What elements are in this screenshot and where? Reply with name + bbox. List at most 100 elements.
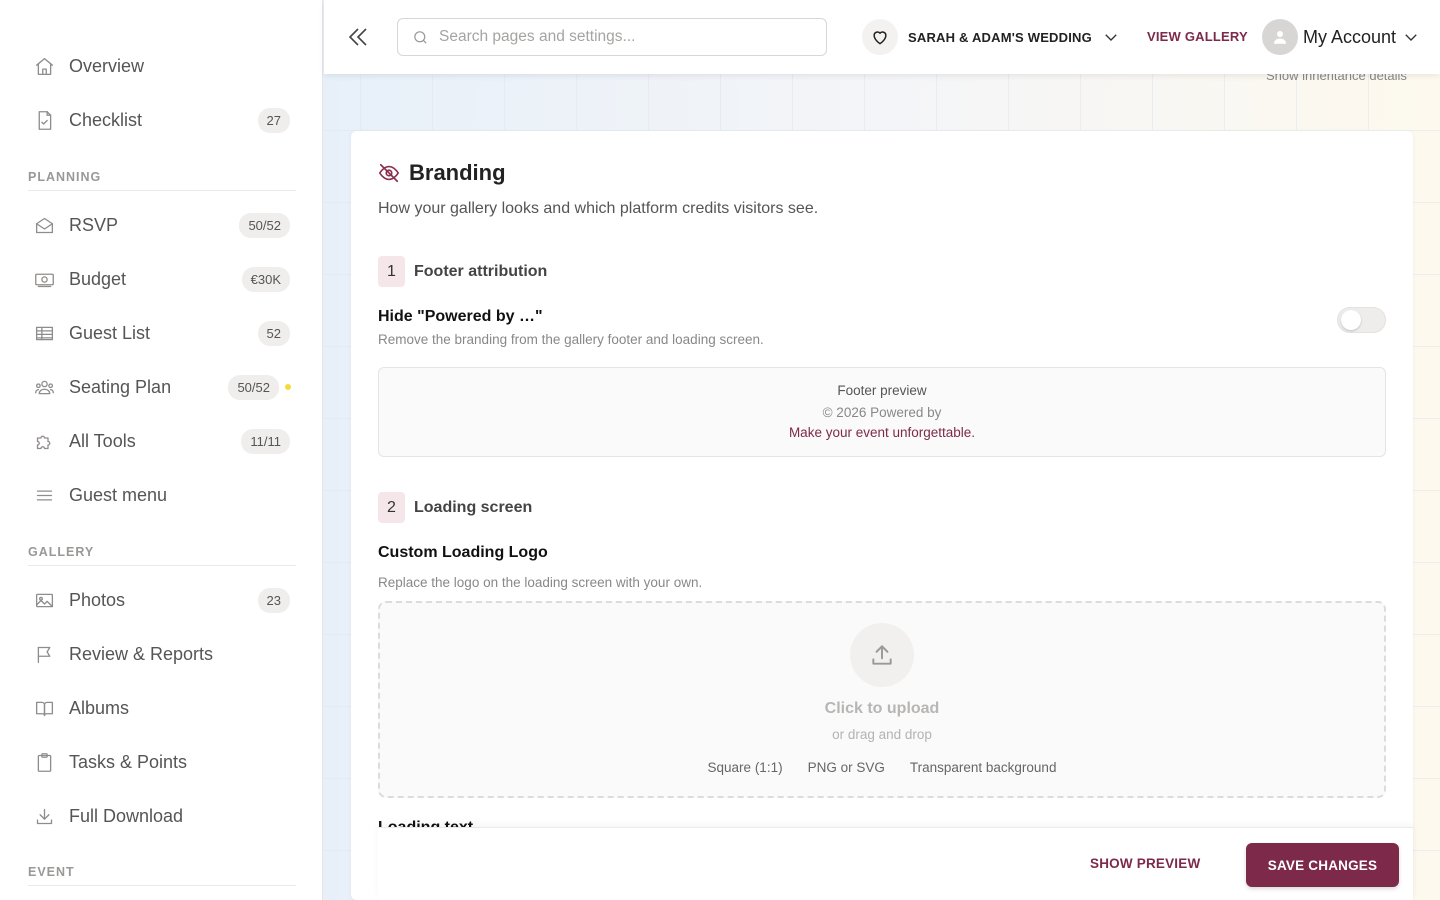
count-badge: 27 (257, 107, 290, 133)
money-icon (32, 267, 56, 291)
sidebar-item-all-tools[interactable]: All Tools 11/11 (28, 421, 296, 461)
collapse-sidebar-button[interactable] (346, 24, 370, 50)
count-badge: 23 (257, 587, 290, 613)
divider (28, 565, 296, 566)
section-label-event: EVENT (28, 865, 75, 879)
clipboard-icon (32, 750, 56, 774)
footer-preview-copyright: © 2026 Powered by (822, 405, 942, 420)
card-header: Branding (378, 160, 506, 186)
sidebar-item-label: Checklist (69, 109, 143, 130)
book-icon (32, 696, 56, 720)
sidebar-item-label: Full Download (69, 805, 184, 826)
upload-specs: Square (1:1) PNG or SVG Transparent back… (380, 760, 1384, 775)
footer-preview: Footer preview © 2026 Powered by Make yo… (378, 367, 1386, 457)
footer-preview-title: Footer preview (837, 383, 927, 398)
sidebar-item-checklist[interactable]: Checklist 27 (28, 100, 296, 140)
envelope-icon (32, 213, 56, 237)
upload-spec: Square (1:1) (707, 760, 783, 775)
divider (28, 190, 296, 191)
search-box[interactable] (397, 18, 827, 56)
save-changes-button[interactable]: SAVE CHANGES (1246, 843, 1399, 887)
step-title: Loading screen (414, 498, 533, 516)
hide-powered-title: Hide "Powered by …" (378, 308, 543, 325)
page-subtitle: How your gallery looks and which platfor… (378, 200, 819, 217)
step-loading-screen: 2 Loading screen (378, 492, 532, 523)
people-icon (32, 375, 56, 399)
sidebar-item-label: RSVP (69, 214, 119, 235)
sidebar: Overview Checklist 27 PLANNING RSVP 50/5… (0, 0, 323, 900)
count-badge: 50/52 (239, 212, 290, 238)
upload-main-text: Click to upload (824, 700, 940, 717)
count-badge: 52 (257, 320, 290, 346)
sidebar-item-label: Albums (69, 697, 130, 718)
show-preview-button[interactable]: SHOW PREVIEW (1090, 856, 1200, 871)
sidebar-item-label: Budget (69, 268, 127, 289)
page-title: Branding (409, 160, 506, 185)
chevron-down-icon (1105, 34, 1117, 41)
sidebar-item-photos[interactable]: Photos 23 (28, 580, 296, 620)
home-icon (32, 54, 56, 78)
sidebar-item-review-reports[interactable]: Review & Reports (28, 634, 296, 674)
sidebar-item-label: Review & Reports (69, 643, 214, 664)
upload-sub-text: or drag and drop (832, 727, 932, 742)
sidebar-item-tasks-points[interactable]: Tasks & Points (28, 742, 296, 782)
sidebar-item-label: Seating Plan (69, 376, 172, 397)
sidebar-item-guest-menu[interactable]: Guest menu (28, 475, 296, 515)
count-badge: €30K (241, 266, 290, 292)
avatar (1262, 19, 1298, 55)
upload-icon (850, 623, 914, 687)
custom-logo-title: Custom Loading Logo (378, 544, 548, 561)
sidebar-item-label: All Tools (69, 430, 136, 451)
event-name: SARAH & ADAM'S WEDDING (908, 29, 1092, 45)
table-icon (32, 321, 56, 345)
eye-off-icon (378, 163, 400, 183)
checklist-icon (32, 108, 56, 132)
sidebar-item-label: Guest menu (69, 484, 168, 505)
sidebar-item-label: Photos (69, 589, 126, 610)
sidebar-item-albums[interactable]: Albums (28, 688, 296, 728)
double-chevron-left-icon (348, 28, 367, 46)
puzzle-icon (32, 429, 56, 453)
flag-icon (32, 642, 56, 666)
action-bar: SHOW PREVIEW SAVE CHANGES (378, 827, 1413, 900)
section-label-planning: PLANNING (28, 170, 102, 184)
upload-spec: Transparent background (909, 760, 1057, 775)
notification-dot (285, 384, 291, 390)
step-number: 2 (378, 492, 405, 523)
hide-powered-help: Remove the branding from the gallery foo… (378, 332, 764, 347)
event-selector[interactable]: SARAH & ADAM'S WEDDING (862, 19, 1120, 55)
upload-spec: PNG or SVG (807, 760, 885, 775)
image-icon (32, 588, 56, 612)
step-title: Footer attribution (414, 262, 548, 280)
search-icon (414, 30, 427, 44)
user-icon (1274, 31, 1286, 44)
search-input[interactable] (439, 28, 799, 46)
count-badge: 11/11 (241, 428, 290, 454)
account-menu[interactable]: My Account (1262, 19, 1420, 55)
sidebar-item-label: Guest List (69, 322, 151, 343)
sidebar-item-full-download[interactable]: Full Download (28, 796, 296, 836)
sidebar-item-label: Overview (69, 55, 145, 76)
hide-powered-toggle[interactable] (1337, 307, 1386, 333)
branding-card: Branding How your gallery looks and whic… (351, 131, 1413, 900)
step-footer-attribution: 1 Footer attribution (378, 256, 547, 287)
sidebar-item-seating-plan[interactable]: Seating Plan 50/52 (28, 367, 296, 407)
view-gallery-link[interactable]: VIEW GALLERY (1147, 29, 1248, 44)
count-badge: 50/52 (228, 374, 279, 400)
sidebar-item-budget[interactable]: Budget €30K (28, 259, 296, 299)
heart-icon (862, 19, 898, 55)
section-label-gallery: GALLERY (28, 545, 95, 559)
sidebar-item-label: Tasks & Points (69, 751, 188, 772)
sidebar-item-rsvp[interactable]: RSVP 50/52 (28, 205, 296, 245)
chevron-down-icon (1405, 34, 1417, 41)
sidebar-item-guest-list[interactable]: Guest List 52 (28, 313, 296, 353)
step-number: 1 (378, 256, 405, 287)
topbar: SARAH & ADAM'S WEDDING VIEW GALLERY My A… (324, 0, 1440, 74)
download-icon (32, 804, 56, 828)
account-label: My Account (1303, 26, 1397, 47)
divider (28, 885, 296, 886)
sidebar-item-overview[interactable]: Overview (28, 46, 296, 86)
custom-logo-help: Replace the logo on the loading screen w… (378, 575, 703, 590)
logo-upload-dropzone[interactable]: Click to upload or drag and drop Square … (378, 601, 1386, 798)
menu-icon (32, 483, 56, 507)
